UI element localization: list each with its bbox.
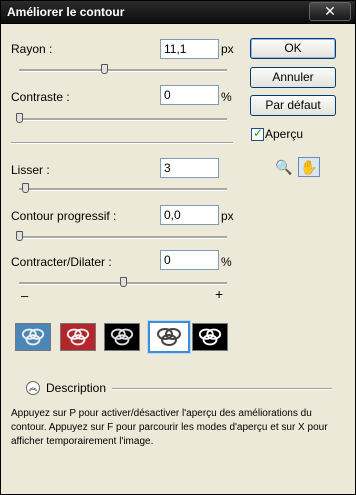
ring-icon [21, 328, 45, 346]
separator [11, 142, 233, 144]
ring-icon [157, 328, 181, 346]
contour-progressif-unit: px [221, 209, 234, 223]
contour-progressif-input[interactable]: 0,0 [160, 205, 219, 225]
rayon-label: Rayon : [11, 42, 53, 56]
minus-label: – [21, 288, 29, 303]
contracter-slider-thumb[interactable] [120, 277, 127, 287]
lisser-input[interactable]: 3 [160, 158, 219, 178]
close-button[interactable]: ✕ [309, 2, 351, 21]
default-button[interactable]: Par défaut [250, 95, 336, 116]
contraste-slider-thumb[interactable] [16, 113, 23, 123]
refine-edge-dialog: Améliorer le contour ✕ Rayon : 11,1 px C… [0, 0, 356, 495]
rayon-unit: px [221, 42, 234, 56]
zoom-tool-icon[interactable]: 🔍 [274, 158, 294, 176]
rayon-slider[interactable] [19, 69, 227, 72]
plus-label: + [215, 286, 224, 302]
dialog-content: Rayon : 11,1 px Contraste : 0 % Lisser :… [1, 24, 355, 494]
contraste-unit: % [221, 90, 232, 104]
preview-mode-standard[interactable] [15, 323, 51, 351]
lisser-label: Lisser : [11, 163, 50, 177]
contour-progressif-slider-thumb[interactable] [16, 231, 23, 241]
contracter-label: Contracter/Dilater : [11, 255, 112, 269]
contracter-unit: % [221, 255, 232, 269]
cancel-button[interactable]: Annuler [250, 67, 336, 88]
description-text: Appuyez sur P pour activer/désactiver l'… [11, 408, 328, 447]
contraste-label: Contraste : [11, 90, 70, 104]
contracter-input[interactable]: 0 [160, 250, 219, 270]
check-icon: ✓ [253, 126, 264, 140]
rayon-slider-thumb[interactable] [101, 64, 109, 74]
expand-description-icon[interactable]: ︽ [26, 381, 40, 395]
ok-button[interactable]: OK [250, 38, 336, 59]
lisser-slider-thumb[interactable] [22, 183, 30, 193]
ring-icon [110, 328, 134, 346]
hand-tool-icon[interactable]: ✋ [298, 157, 320, 177]
preview-mode-on-white[interactable] [147, 320, 191, 354]
contraste-input[interactable]: 0 [160, 85, 219, 105]
description-label[interactable]: Description [46, 381, 106, 395]
rayon-input[interactable]: 11,1 [160, 39, 219, 59]
preview-mode-quick-mask[interactable] [60, 323, 96, 351]
contour-progressif-label: Contour progressif : [11, 209, 117, 223]
ring-icon [66, 328, 90, 346]
preview-checkbox[interactable]: ✓ [251, 126, 264, 141]
preview-mode-on-black[interactable] [104, 323, 140, 351]
lisser-slider[interactable] [19, 188, 227, 191]
ring-icon [198, 328, 222, 346]
preview-label: Aperçu [265, 127, 304, 141]
contour-progressif-slider[interactable] [19, 236, 227, 239]
title-bar[interactable]: Améliorer le contour ✕ [1, 1, 355, 24]
contraste-slider[interactable] [19, 118, 227, 121]
dialog-title: Améliorer le contour [7, 5, 125, 19]
description-divider [112, 388, 332, 390]
preview-mode-mask[interactable] [192, 323, 228, 351]
